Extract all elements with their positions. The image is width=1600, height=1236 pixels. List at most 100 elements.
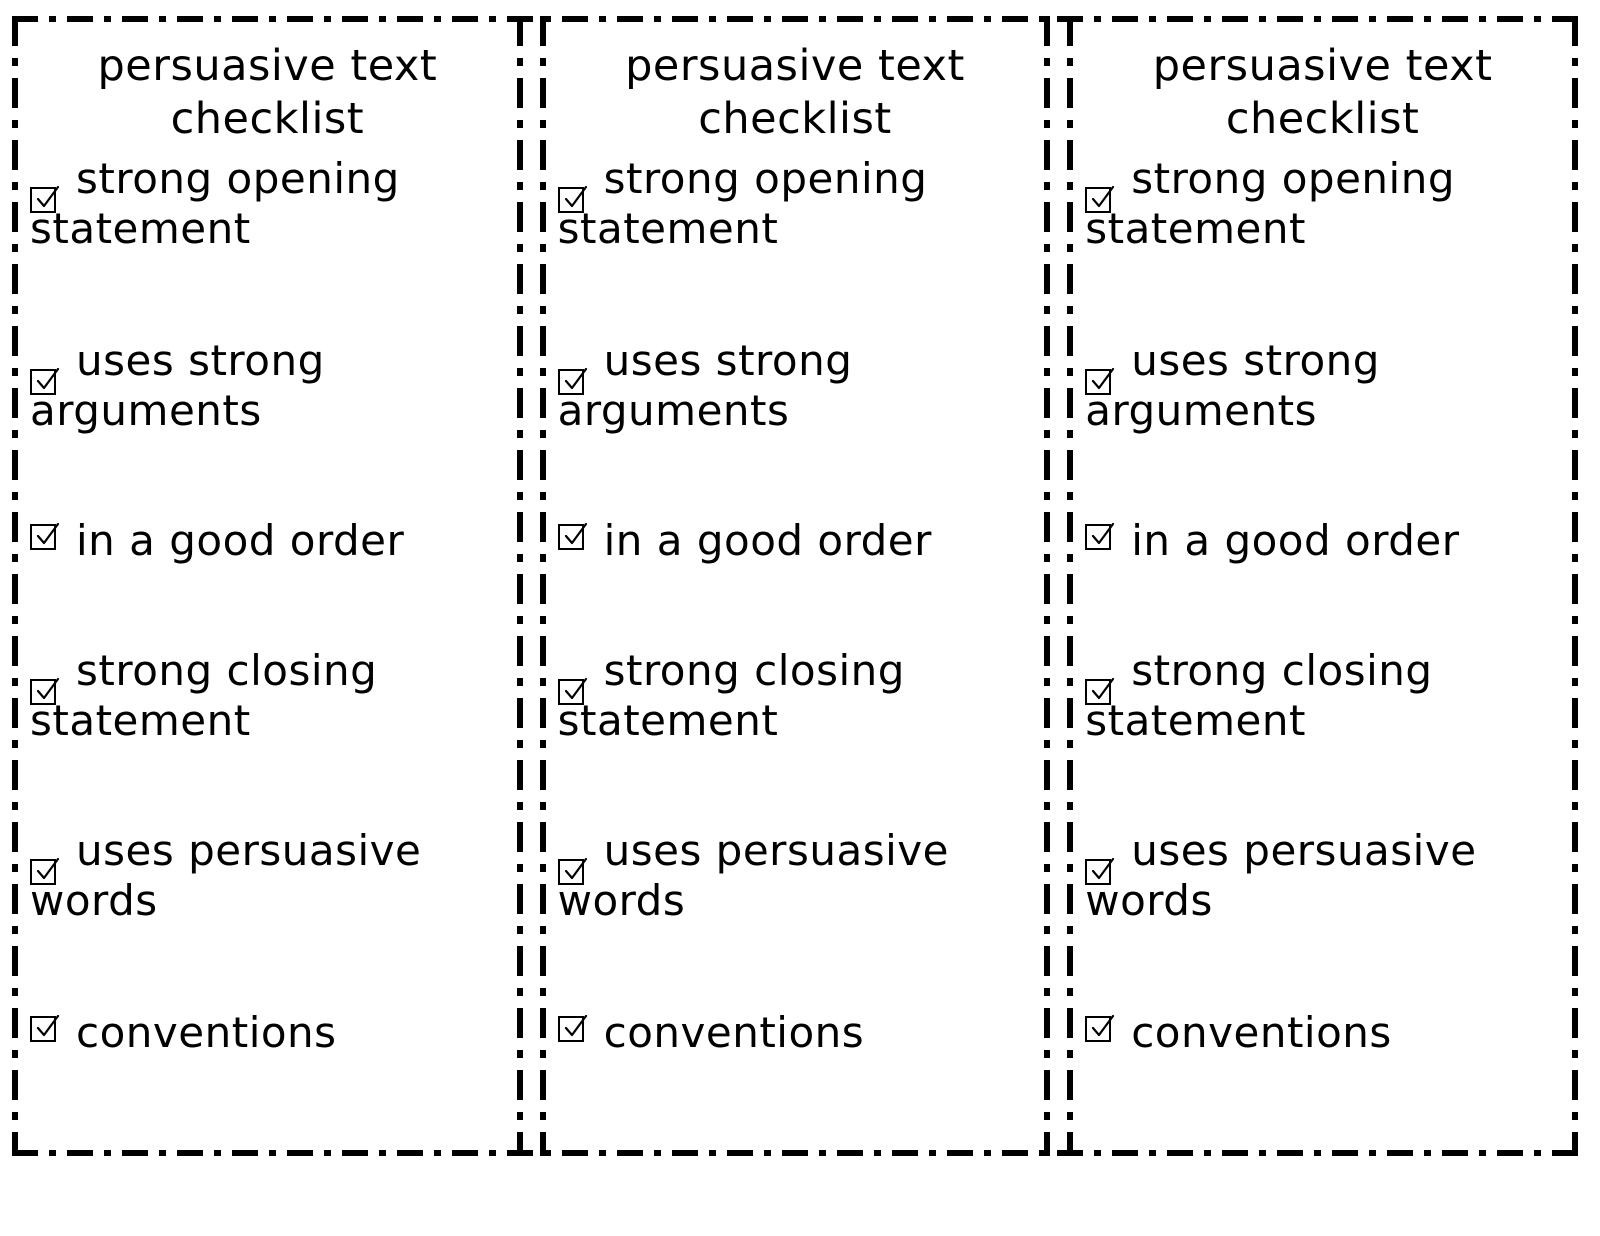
- checkbox-checked-icon[interactable]: [1085, 1014, 1115, 1046]
- checkbox-checked-icon[interactable]: [557, 857, 588, 889]
- checklist-card-left: persuasive text checklist strong opening s…: [12, 16, 523, 1156]
- card-title: persuasive text checklist: [1077, 34, 1568, 146]
- worksheet-page: persuasive text checklist strong opening s…: [0, 0, 1600, 1236]
- card-title-line-1: persuasive text: [1152, 41, 1493, 91]
- check-row: uses strong arguments: [1085, 336, 1564, 436]
- checkbox-checked-icon[interactable]: [1085, 677, 1115, 709]
- check-row: strong closing statement: [557, 646, 1037, 746]
- check-row: conventions: [30, 1008, 509, 1058]
- checklist-item-line-1: strong closing: [603, 646, 905, 695]
- checklist-item-line-2: statement: [557, 696, 779, 745]
- checklist-item-in-a-good-order[interactable]: in a good order: [557, 516, 1037, 566]
- checklist-item-line-2: words: [1085, 876, 1213, 925]
- checkbox-checked-icon[interactable]: [30, 857, 60, 889]
- checklist-item-strong-opening-statement[interactable]: strong opening statement: [30, 154, 509, 254]
- checklist-item-line-1: uses persuasive: [76, 826, 422, 875]
- checkbox-checked-icon[interactable]: [30, 522, 60, 554]
- checklist-item-uses-strong-arguments[interactable]: uses strong arguments: [30, 336, 509, 436]
- card-title-line-2: checklist: [698, 94, 892, 144]
- checklist-item-line-2: arguments: [30, 386, 262, 435]
- checklist-item-in-a-good-order[interactable]: in a good order: [30, 516, 509, 566]
- checklist-item-line-2: words: [557, 876, 686, 925]
- checklist-item-line-2: statement: [30, 204, 251, 253]
- checkbox-checked-icon[interactable]: [557, 185, 588, 217]
- card-title-line-1: persuasive text: [97, 41, 438, 91]
- checklist-item-uses-persuasive-words[interactable]: uses persuasive words: [30, 826, 509, 926]
- checklist-item-text-block: strong closing statement: [558, 646, 905, 746]
- checklist-item-line-1: in a good order: [76, 516, 405, 565]
- card-content: persuasive text checklist strong opening s…: [540, 16, 1051, 1156]
- check-row: in a good order: [1085, 516, 1564, 566]
- check-row: in a good order: [30, 516, 509, 566]
- checkbox-checked-icon[interactable]: [1085, 522, 1115, 554]
- checklist-item-line-1: strong opening: [76, 154, 400, 203]
- checklist-item-line-1: uses persuasive: [1131, 826, 1477, 875]
- checklist-item-text-block: uses strong arguments: [1085, 336, 1380, 436]
- check-row: strong closing statement: [1085, 646, 1564, 746]
- check-row: conventions: [557, 1008, 1037, 1058]
- checkbox-checked-icon[interactable]: [30, 677, 60, 709]
- card-title-line-1: persuasive text: [625, 41, 965, 91]
- checklist-item-text-block: strong opening statement: [558, 154, 928, 254]
- checklist-item-text-block: conventions: [76, 1008, 337, 1058]
- checkbox-checked-icon[interactable]: [1085, 185, 1115, 217]
- card-title: persuasive text checklist: [22, 34, 513, 146]
- card-cut-gap-2: [1050, 16, 1067, 1156]
- checklist-item-line-1: strong opening: [1131, 154, 1456, 203]
- checklist-item-line-2: statement: [1085, 204, 1306, 253]
- checklist-item-strong-opening-statement[interactable]: strong opening statement: [1085, 154, 1564, 254]
- checklist-item-text-block: conventions: [1131, 1008, 1392, 1058]
- checkbox-checked-icon[interactable]: [1085, 857, 1115, 889]
- checklist-item-line-1: uses strong: [1131, 336, 1380, 385]
- check-row: uses persuasive words: [557, 826, 1037, 926]
- card-content: persuasive text checklist strong opening s…: [1067, 16, 1578, 1156]
- card-cut-gap-1: [523, 16, 540, 1156]
- check-row: uses persuasive words: [1085, 826, 1564, 926]
- checklist-item-strong-closing-statement[interactable]: strong closing statement: [30, 646, 509, 746]
- checkbox-checked-icon[interactable]: [557, 367, 588, 399]
- checkbox-checked-icon[interactable]: [557, 522, 588, 554]
- card-title: persuasive text checklist: [550, 34, 1041, 146]
- checklist-item-text-block: uses persuasive words: [30, 826, 422, 926]
- checklist-item-line-1: conventions: [76, 1008, 337, 1057]
- checklist-item-line-1: in a good order: [603, 516, 932, 565]
- checklist-item-text-block: conventions: [604, 1008, 865, 1058]
- checklist-item-uses-strong-arguments[interactable]: uses strong arguments: [557, 336, 1037, 436]
- checklist-item-text-block: uses persuasive words: [558, 826, 949, 926]
- checkbox-checked-icon[interactable]: [30, 1014, 60, 1046]
- checklist-item-strong-opening-statement[interactable]: strong opening statement: [557, 154, 1037, 254]
- checklist-item-line-1: uses strong: [76, 336, 325, 385]
- checklist-item-text-block: in a good order: [604, 516, 932, 566]
- checklist-cards-area: persuasive text checklist strong opening s…: [12, 16, 1578, 1156]
- checklist-item-text-block: strong closing statement: [30, 646, 377, 746]
- check-row: uses strong arguments: [557, 336, 1037, 436]
- checklist-item-conventions[interactable]: conventions: [30, 1008, 509, 1058]
- card-title-line-2: checklist: [170, 94, 365, 144]
- checklist-item-strong-closing-statement[interactable]: strong closing statement: [1085, 646, 1564, 746]
- checklist-card-middle: persuasive text checklist strong opening s…: [539, 16, 1051, 1156]
- checklist-item-text-block: strong opening statement: [30, 154, 400, 254]
- checklist-item-in-a-good-order[interactable]: in a good order: [1085, 516, 1564, 566]
- checklist-item-uses-persuasive-words[interactable]: uses persuasive words: [1085, 826, 1564, 926]
- checkbox-checked-icon[interactable]: [30, 185, 60, 217]
- checklist-item-line-2: words: [30, 876, 158, 925]
- checklist-item-text-block: uses persuasive words: [1085, 826, 1477, 926]
- check-row: strong opening statement: [30, 154, 509, 254]
- checkbox-checked-icon[interactable]: [30, 367, 60, 399]
- checkbox-checked-icon[interactable]: [557, 677, 588, 709]
- checklist-item-uses-persuasive-words[interactable]: uses persuasive words: [557, 826, 1037, 926]
- checklist-item-line-1: strong opening: [603, 154, 928, 203]
- checklist-item-line-2: arguments: [1085, 386, 1317, 435]
- checkbox-checked-icon[interactable]: [1085, 367, 1115, 399]
- checklist-item-line-1: conventions: [1131, 1008, 1392, 1057]
- checkbox-checked-icon[interactable]: [557, 1014, 588, 1046]
- checklist-item-conventions[interactable]: conventions: [557, 1008, 1037, 1058]
- checklist-item-conventions[interactable]: conventions: [1085, 1008, 1564, 1058]
- checklist-item-line-2: statement: [1085, 696, 1306, 745]
- check-row: strong opening statement: [557, 154, 1037, 254]
- checklist-item-text-block: in a good order: [76, 516, 404, 566]
- checklist-item-line-2: statement: [557, 204, 779, 253]
- checklist-item-strong-closing-statement[interactable]: strong closing statement: [557, 646, 1037, 746]
- checklist-item-uses-strong-arguments[interactable]: uses strong arguments: [1085, 336, 1564, 436]
- checklist-item-line-1: in a good order: [1131, 516, 1460, 565]
